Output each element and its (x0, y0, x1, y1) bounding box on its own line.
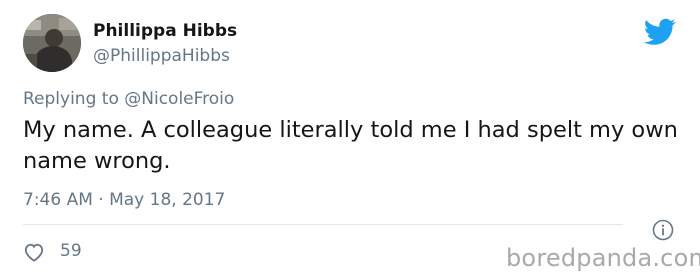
avatar[interactable] (23, 14, 81, 72)
source-watermark: boredpanda.com (506, 244, 700, 272)
reply-context: Replying to @NicoleFroio (23, 89, 234, 109)
profile-photo (23, 14, 81, 72)
like-count: 59 (60, 241, 82, 261)
reply-target-link[interactable]: @NicoleFroio (124, 89, 234, 109)
like-heart-icon[interactable] (23, 242, 45, 262)
reply-prefix: Replying to (23, 89, 125, 109)
tweet-timestamp[interactable]: 7:46 AM · May 18, 2017 (23, 190, 225, 210)
twitter-bird-icon[interactable] (644, 18, 676, 46)
tweet-text: My name. A colleague literally told me I… (23, 117, 678, 174)
divider (23, 224, 623, 225)
author-display-name[interactable]: Phillippa Hibbs (93, 21, 237, 41)
info-icon[interactable] (652, 219, 674, 241)
author-handle[interactable]: @PhillippaHibbs (93, 46, 230, 66)
